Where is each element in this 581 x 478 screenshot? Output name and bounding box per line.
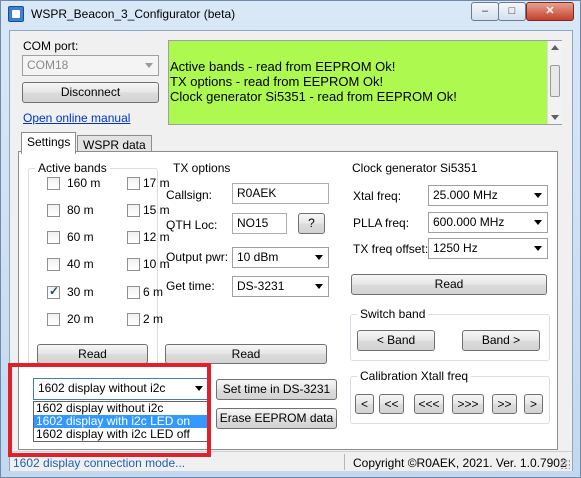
com-port-label: COM port: — [23, 39, 79, 53]
clock-generator-title: Clock generator Si5351 — [349, 161, 481, 175]
band-checkbox[interactable] — [47, 204, 60, 217]
xtal-freq-label: Xtal freq: — [353, 189, 402, 203]
band-label: 6 m — [143, 285, 164, 299]
calibration-step-button[interactable]: < — [355, 394, 374, 414]
copyright-text: Copyright ©R0AEK, 2021. Ver. 1.0.7902 — [353, 456, 567, 470]
band-checkbox[interactable] — [47, 231, 60, 244]
set-time-button[interactable]: Set time in DS-3231 — [216, 379, 337, 400]
tab-wspr-data[interactable]: WSPR data — [77, 135, 152, 152]
resize-grip-icon[interactable] — [560, 459, 570, 469]
open-manual-link[interactable]: Open online manual — [23, 111, 130, 125]
qth-help-button[interactable]: ? — [298, 213, 325, 234]
scroll-thumb[interactable] — [550, 65, 560, 97]
calibration-step-button[interactable]: << — [379, 394, 404, 414]
calibration-step-button[interactable]: <<< — [414, 394, 444, 414]
maximize-button[interactable]: □ — [498, 2, 526, 21]
band-checkbox[interactable] — [127, 177, 140, 190]
com-port-value: COM18 — [27, 58, 69, 72]
highlight-box — [8, 363, 211, 457]
band-checkbox[interactable] — [127, 204, 140, 217]
next-band-button[interactable]: Band > — [462, 330, 540, 351]
log-line: Active bands - read from EEPROM Ok! — [170, 59, 396, 74]
band-label: 160 m — [67, 176, 101, 190]
band-label: 60 m — [67, 230, 94, 244]
band-label: 80 m — [67, 203, 94, 217]
chevron-down-icon — [315, 255, 323, 260]
plla-freq-select[interactable]: 600.000 MHz — [428, 212, 548, 233]
tx-read-button[interactable]: Read — [165, 344, 327, 364]
tx-freq-offset-value: 1250 Hz — [433, 241, 478, 255]
minimize-button[interactable]: – — [471, 2, 499, 21]
band-label: 40 m — [67, 257, 94, 271]
disconnect-button[interactable]: Disconnect — [22, 82, 159, 103]
band-checkbox[interactable] — [127, 286, 140, 299]
tab-settings[interactable]: Settings — [21, 132, 77, 154]
window-title: WSPR_Beacon_3_Configurator (beta) — [31, 7, 236, 21]
log-line: TX options - read from EEPROM Ok! — [170, 74, 384, 89]
com-port-select[interactable]: COM18 — [22, 55, 159, 76]
band-checkbox[interactable] — [47, 177, 60, 190]
chevron-down-icon — [534, 246, 542, 251]
get-time-label: Get time: — [166, 279, 215, 293]
output-power-value: 10 dBm — [237, 250, 279, 264]
band-label: 20 m — [67, 312, 94, 326]
calibration-step-button[interactable]: >> — [492, 394, 517, 414]
chevron-down-icon — [145, 63, 153, 68]
close-button[interactable]: ✕ — [526, 2, 574, 21]
active-bands-title: Active bands — [35, 161, 110, 175]
output-power-select[interactable]: 10 dBm — [232, 247, 329, 268]
band-checkbox[interactable] — [47, 258, 60, 271]
log-panel: Active bands - read from EEPROM Ok! TX o… — [168, 40, 562, 125]
app-icon — [8, 6, 24, 22]
output-power-label: Output pwr: — [166, 250, 229, 264]
calibration-step-button[interactable]: >>> — [452, 394, 484, 414]
log-scrollbar[interactable] — [547, 41, 562, 124]
get-time-select[interactable]: DS-3231 — [232, 276, 329, 297]
scroll-down-icon[interactable] — [551, 115, 559, 120]
status-message: 1602 display connection mode... — [13, 456, 186, 470]
callsign-input[interactable]: R0AEK — [232, 183, 329, 204]
qth-loc-label: QTH Loc: — [166, 218, 218, 232]
qth-loc-input[interactable]: NO15 — [232, 213, 287, 234]
prev-band-button[interactable]: < Band — [357, 330, 435, 351]
xtal-freq-value: 25.000 MHz — [433, 188, 498, 202]
band-checkbox[interactable] — [47, 284, 60, 299]
erase-eeprom-button[interactable]: Erase EEPROM data — [216, 408, 337, 429]
log-line: Clock generator Si5351 - read from EEPRO… — [170, 89, 457, 104]
band-checkbox[interactable] — [127, 313, 140, 326]
band-label: 2 m — [143, 312, 164, 326]
band-checkbox[interactable] — [127, 258, 140, 271]
app-window: WSPR_Beacon_3_Configurator (beta) – □ ✕ … — [0, 0, 581, 478]
calibration-title: Calibration Xtall freq — [357, 369, 472, 383]
plla-freq-label: PLLA freq: — [353, 216, 410, 230]
calibration-step-button[interactable]: > — [524, 394, 543, 414]
scroll-up-icon[interactable] — [551, 45, 559, 50]
chevron-down-icon — [315, 284, 323, 289]
tx-freq-offset-label: TX freq offset: — [353, 242, 429, 256]
band-checkbox[interactable] — [47, 313, 60, 326]
chevron-down-icon — [534, 193, 542, 198]
status-separator — [344, 454, 345, 470]
tx-freq-offset-select[interactable]: 1250 Hz — [428, 238, 548, 259]
bands-read-button[interactable]: Read — [37, 344, 148, 364]
xtal-freq-select[interactable]: 25.000 MHz — [428, 185, 548, 206]
tx-options-title: TX options — [170, 161, 234, 175]
band-checkbox[interactable] — [127, 231, 140, 244]
chevron-down-icon — [534, 220, 542, 225]
plla-freq-value: 600.000 MHz — [433, 215, 505, 229]
switch-band-title: Switch band — [357, 307, 429, 321]
title-bar[interactable]: WSPR_Beacon_3_Configurator (beta) – □ ✕ — [1, 1, 580, 27]
get-time-value: DS-3231 — [237, 279, 285, 293]
clock-read-button[interactable]: Read — [351, 274, 547, 295]
band-label: 30 m — [67, 285, 94, 299]
callsign-label: Callsign: — [166, 188, 213, 202]
